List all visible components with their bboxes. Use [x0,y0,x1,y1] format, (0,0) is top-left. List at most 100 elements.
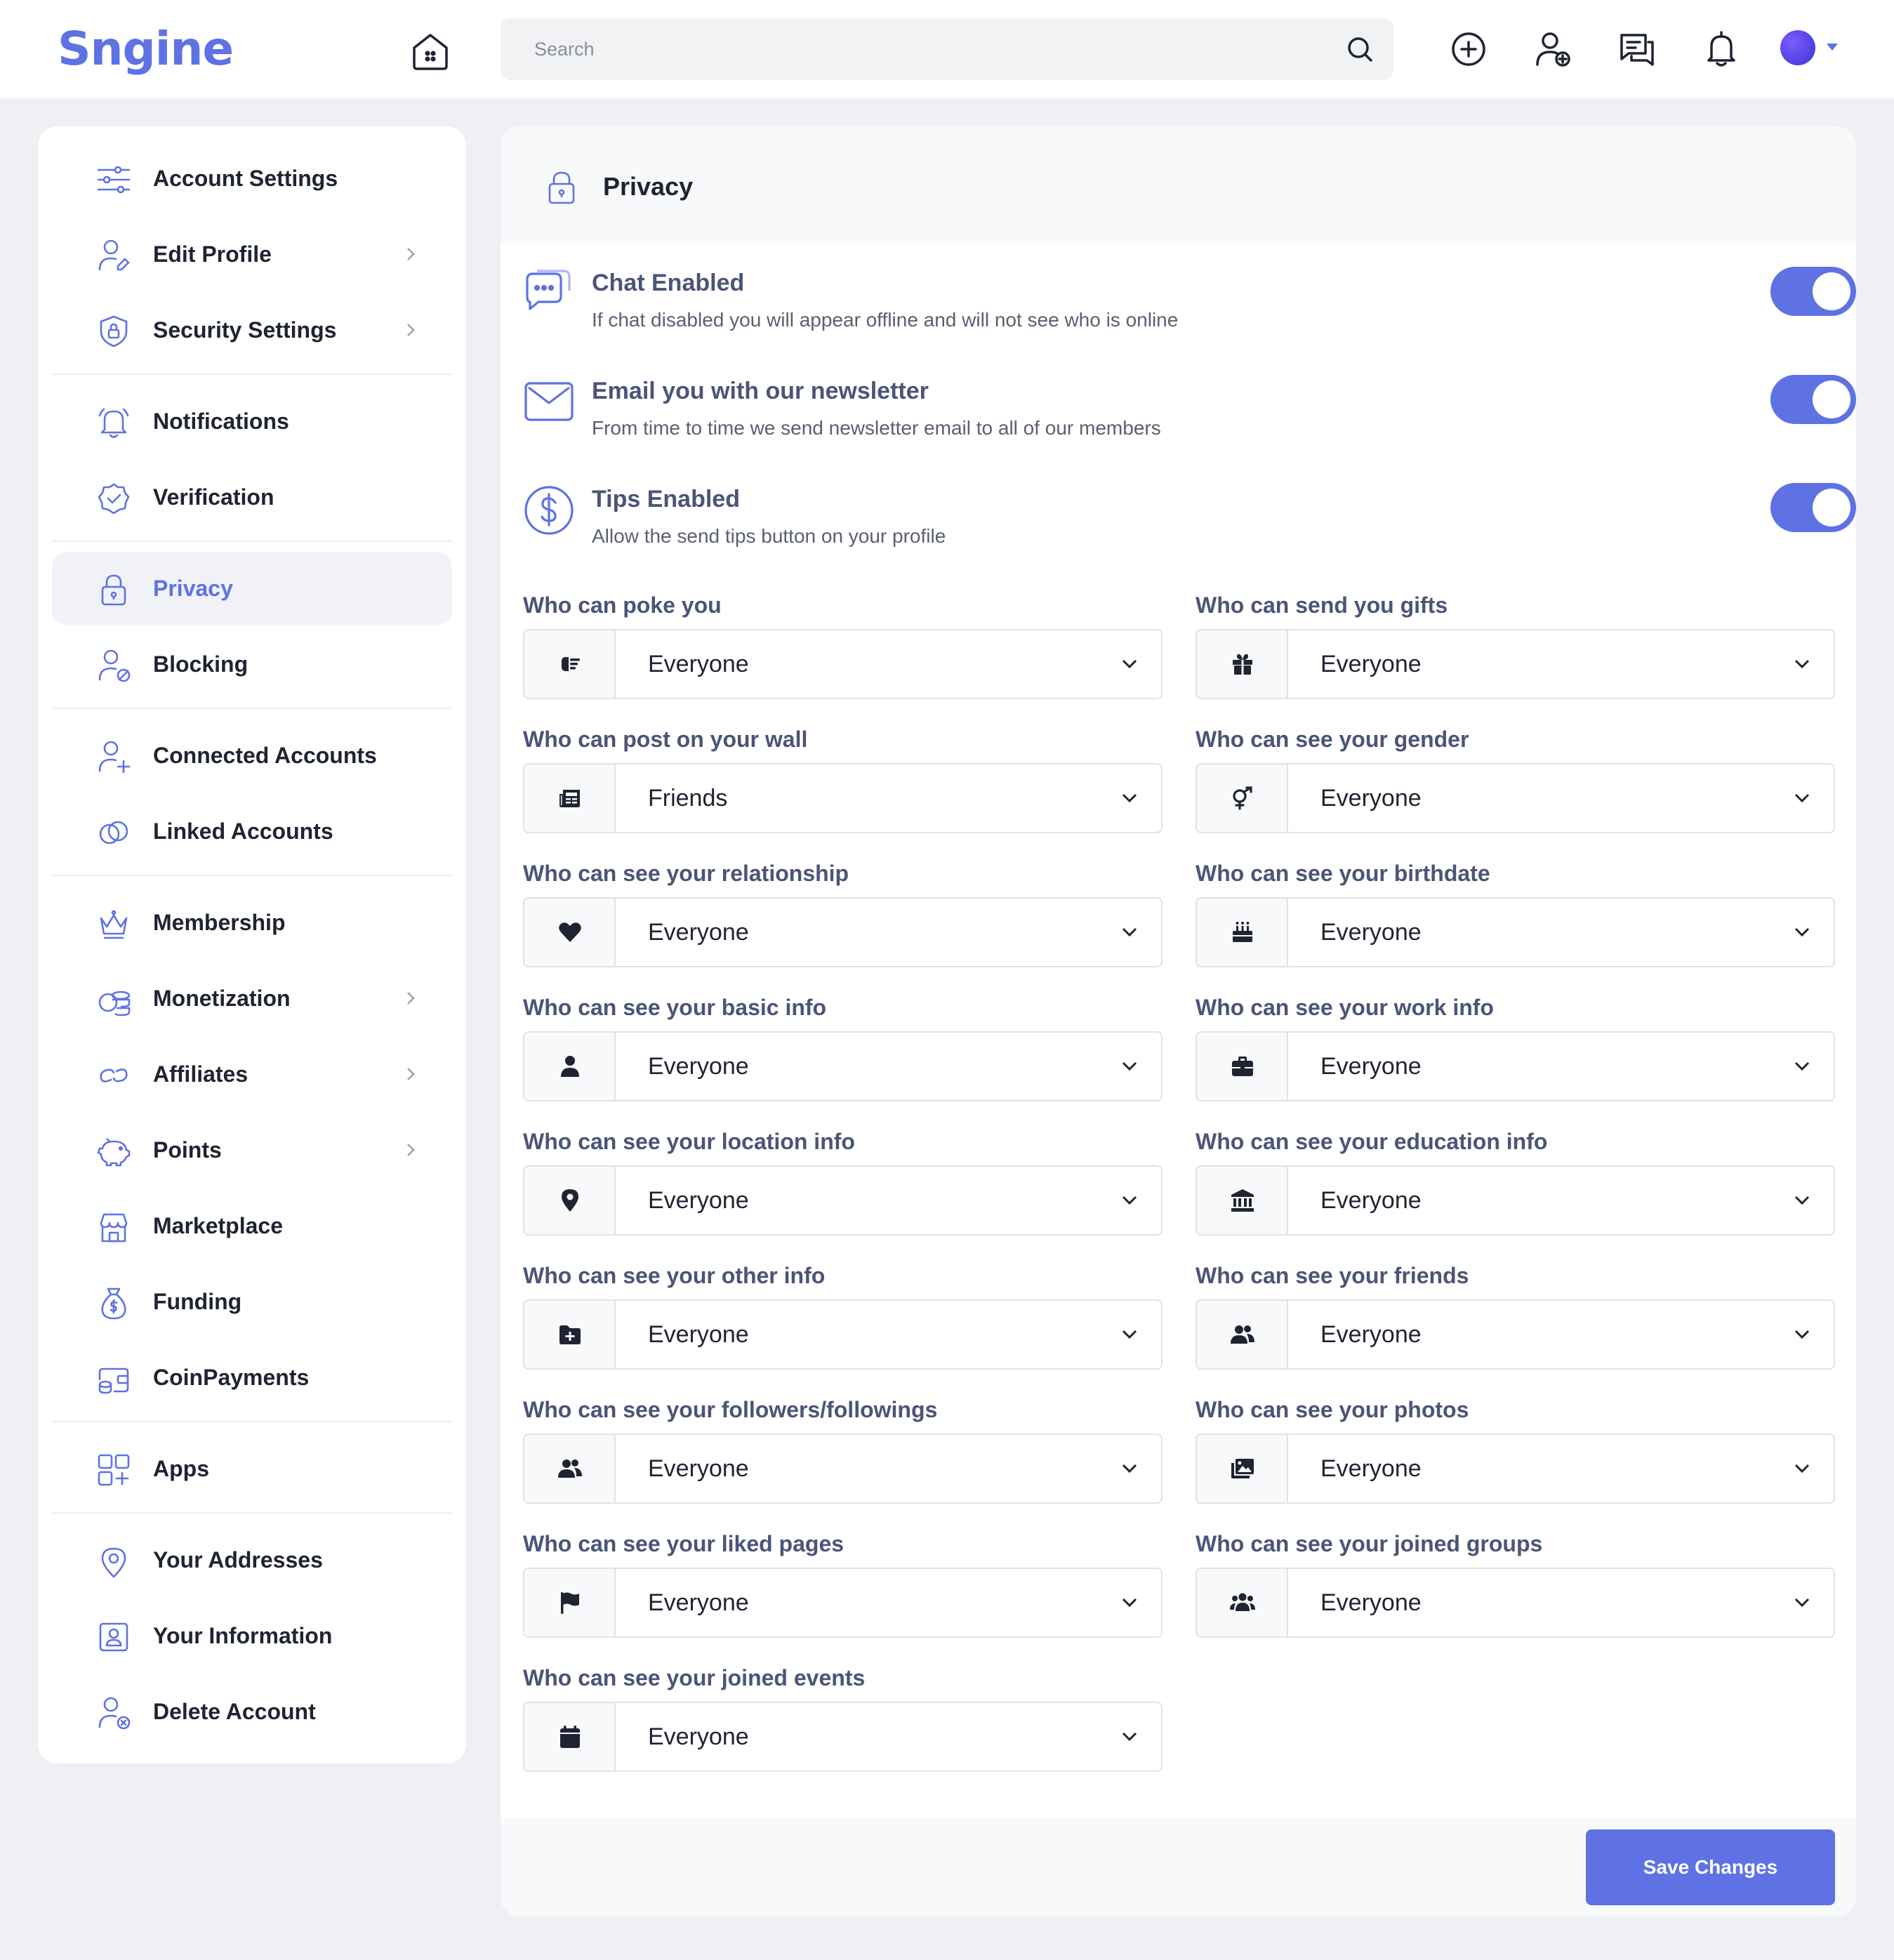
sidebar-item-label: Blocking [153,651,249,677]
sidebar-item-delete-account[interactable]: Delete Account [52,1675,452,1748]
field-value: Everyone [648,1723,749,1750]
delete-user-icon [98,1697,131,1730]
sidebar-item-your-information[interactable]: Your Information [52,1599,452,1672]
sidebar-item-apps[interactable]: Apps [52,1432,452,1505]
add-circle-icon[interactable] [1449,29,1488,69]
notifications-bell-icon[interactable] [1702,29,1741,69]
sidebar-item-label: Connected Accounts [153,743,377,768]
chat-enabled-toggle[interactable] [1770,267,1856,316]
sidebar-item-label: CoinPayments [153,1365,310,1390]
sidebar-divider [52,708,452,709]
education-info-privacy-select[interactable]: Everyone [1196,1165,1835,1236]
field-label: Who can see your friends [1196,1263,1469,1288]
joined-groups-privacy-select[interactable]: Everyone [1196,1568,1835,1638]
location-info-privacy-select[interactable]: Everyone [523,1165,1163,1236]
chevron-right-icon [407,324,415,336]
search-icon[interactable] [1346,35,1374,63]
sidebar-item-blocking[interactable]: Blocking [52,628,452,701]
field-label: Who can see your followers/followings [523,1397,938,1422]
friend-requests-icon[interactable] [1533,29,1572,69]
photos-privacy-select[interactable]: Everyone [1196,1433,1835,1504]
relationship-privacy-select[interactable]: Everyone [523,897,1163,967]
field-value: Everyone [648,1321,749,1348]
sidebar-item-coinpayments[interactable]: CoinPayments [52,1341,452,1414]
sidebar-item-points[interactable]: Points [52,1113,452,1186]
followers-icon [558,1459,582,1478]
chat-bubble-icon [526,270,571,310]
field-addon [524,1569,616,1636]
gender-icon [1233,786,1252,810]
sidebar-item-membership[interactable]: Membership [52,886,452,959]
toggle-title: Tips Enabled [592,486,740,512]
field-value: Everyone [1320,919,1422,946]
friends-privacy-select[interactable]: Everyone [1196,1299,1835,1370]
field-value: Everyone [1320,1589,1422,1616]
shield-lock-icon [100,315,128,347]
heart-icon [559,922,581,942]
edit-user-icon [98,239,130,271]
followers-privacy-select[interactable]: Everyone [523,1433,1163,1504]
verified-badge-icon [98,483,130,515]
chevron-right-icon [407,1068,415,1080]
gifts-privacy-select[interactable]: Everyone [1196,629,1835,699]
field-addon [1197,630,1288,698]
newsletter-toggle[interactable] [1770,375,1856,424]
wallet-coins-icon [98,1368,129,1394]
sidebar-item-funding[interactable]: Funding [52,1265,452,1338]
field-label: Who can see your gender [1196,727,1469,752]
toggle-description: Allow the send tips button on your profi… [592,525,946,547]
poke-icon [562,657,580,671]
sidebar-item-monetization[interactable]: Monetization [52,962,452,1035]
basic-info-privacy-select[interactable]: Everyone [523,1031,1163,1101]
app-logo[interactable]: Sngine [58,15,234,83]
caret-down-icon[interactable] [1827,44,1838,52]
wall-post-privacy-select[interactable]: Friends [523,763,1163,833]
sidebar-item-verification[interactable]: Verification [52,461,452,534]
joined-events-privacy-select[interactable]: Everyone [523,1702,1163,1772]
home-icon[interactable] [409,29,452,73]
liked-pages-privacy-select[interactable]: Everyone [523,1568,1163,1638]
sidebar-item-marketplace[interactable]: Marketplace [52,1189,452,1262]
sidebar-item-notifications[interactable]: Notifications [52,385,452,458]
field-value: Everyone [1320,1321,1422,1348]
users-icon [1231,1325,1254,1344]
sidebar-item-label: Monetization [153,986,291,1011]
groups-icon [1230,1593,1255,1611]
work-info-privacy-select[interactable]: Everyone [1196,1031,1835,1101]
briefcase-icon [1232,1057,1253,1076]
field-addon [524,1167,616,1234]
field-label: Who can send you gifts [1196,592,1448,618]
sidebar-item-edit-profile[interactable]: Edit Profile [52,218,452,291]
poke-privacy-select[interactable]: Everyone [523,629,1163,699]
messages-icon[interactable] [1617,29,1657,69]
tips-enabled-toggle[interactable] [1770,483,1856,532]
toggle-title: Chat Enabled [592,270,745,296]
toggle-knob [1813,380,1850,418]
field-addon [1197,1435,1288,1502]
field-addon [1197,1033,1288,1100]
chevron-down-icon [1122,659,1137,669]
user-avatar[interactable] [1780,30,1815,65]
sidebar-item-your-addresses[interactable]: Your Addresses [52,1523,452,1596]
sidebar-item-security-settings[interactable]: Security Settings [52,293,452,366]
sidebar-item-account-settings[interactable]: Account Settings [52,142,452,215]
save-changes-button[interactable]: Save Changes [1586,1829,1835,1905]
search-input[interactable] [501,18,1329,80]
field-label: Who can see your other info [523,1263,826,1288]
newsletter-setting: Email you with our newsletter From time … [522,375,1856,459]
page-title: Privacy [603,172,694,201]
sidebar-item-label: Your Addresses [153,1547,323,1572]
lock-icon [101,574,126,606]
birthdate-privacy-select[interactable]: Everyone [1196,897,1835,967]
sidebar-item-affiliates[interactable]: Affiliates [52,1038,452,1111]
toggle-description: If chat disabled you will appear offline… [592,309,1179,331]
other-info-privacy-select[interactable]: Everyone [523,1299,1163,1370]
gender-privacy-select[interactable]: Everyone [1196,763,1835,833]
sidebar-item-label: Points [153,1137,222,1163]
sidebar-item-linked-accounts[interactable]: Linked Accounts [52,795,452,868]
sidebar-item-connected-accounts[interactable]: Connected Accounts [52,719,452,792]
field-label: Who can see your relationship [523,861,849,886]
folder-plus-icon [559,1325,581,1344]
chat-enabled-setting: Chat Enabled If chat disabled you will a… [522,267,1856,351]
sidebar-item-privacy[interactable]: Privacy [52,552,452,625]
